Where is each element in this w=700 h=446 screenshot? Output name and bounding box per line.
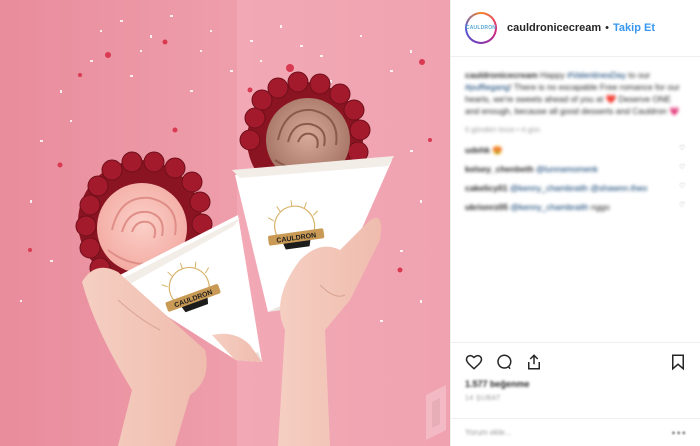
comment-like-icon[interactable]: ♡ — [679, 201, 686, 209]
post-actions: 1.577 beğenme 14 ŞUBAT — [451, 342, 700, 402]
comment-body: udehk 😍 — [465, 144, 503, 156]
comment-username[interactable]: ukrionrz05 — [465, 202, 508, 212]
caption-text-2: to our — [628, 70, 651, 80]
comment-like-icon[interactable]: ♡ — [679, 182, 686, 190]
more-options-icon[interactable]: ••• — [671, 426, 687, 440]
comment-body: cakelicy01 @kenny_chambraith @shawnn.the… — [465, 182, 665, 194]
avatar-logo: CAULDRON — [465, 25, 497, 31]
comment-username[interactable]: udehk — [465, 145, 490, 155]
caption-hashtag-1[interactable]: #ValentinesDay — [567, 70, 626, 80]
instagram-post: CAULDRON CAULDRON CAULDRON cauldronicecr… — [0, 0, 700, 446]
comment-mention[interactable]: @kenny_chambraith — [510, 202, 588, 212]
add-comment-input[interactable]: Yorum ekle... — [465, 428, 511, 437]
comment-item: udehk 😍 ♡ — [465, 144, 686, 156]
share-icon[interactable] — [525, 353, 543, 371]
follow-button[interactable]: Takip Et — [613, 22, 655, 34]
comment-like-icon[interactable]: ♡ — [679, 144, 686, 152]
comment-username[interactable]: cakelicy01 — [465, 183, 508, 193]
post-caption: cauldronicecream Happy #ValentinesDay to… — [465, 69, 686, 117]
post-sidebar: CAULDRON cauldronicecream • Takip Et cau… — [450, 0, 700, 446]
post-image: CAULDRON CAULDRON — [0, 0, 450, 446]
avatar-inner: CAULDRON — [465, 14, 497, 42]
caption-hashtag-2[interactable]: #puffiegang — [465, 82, 509, 92]
comments-section: cauldronicecream Happy #ValentinesDay to… — [451, 57, 700, 213]
caption-text: Happy — [540, 70, 565, 80]
caption-username[interactable]: cauldronicecream — [465, 70, 538, 80]
post-header: CAULDRON cauldronicecream • Takip Et — [451, 0, 700, 57]
add-comment-bar: Yorum ekle... ••• — [451, 418, 700, 446]
comment-username[interactable]: kelsey_chenbeth — [465, 164, 534, 174]
comment-item: ukrionrz05 @kenny_chambraith nggo ♡ — [465, 201, 686, 213]
avatar[interactable]: CAULDRON — [465, 12, 497, 44]
comment-body: ukrionrz05 @kenny_chambraith nggo — [465, 201, 610, 213]
heart-icon[interactable] — [465, 353, 483, 371]
bookmark-icon[interactable] — [669, 353, 687, 371]
comment-text: 😍 — [492, 145, 503, 155]
comment-body: kelsey_chenbeth @lunnamomenk — [465, 163, 598, 175]
separator-dot: • — [605, 22, 610, 34]
caption-time: 5 gönderi önce • 4 gün — [465, 125, 541, 134]
post-date: 14 ŞUBAT — [465, 395, 501, 402]
comment-mention[interactable]: @lunnamomenk — [536, 164, 598, 174]
comment-mention[interactable]: @kenny_chambraith @shawnn.theo — [510, 183, 647, 193]
comment-item: kelsey_chenbeth @lunnamomenk ♡ — [465, 163, 686, 175]
comment-item: cakelicy01 @kenny_chambraith @shawnn.the… — [465, 182, 686, 194]
action-icons — [465, 349, 687, 375]
comment-icon[interactable] — [495, 353, 513, 371]
comment-text: nggo — [590, 202, 610, 212]
likes-count[interactable]: 1.577 beğenme — [465, 379, 687, 389]
comment-like-icon[interactable]: ♡ — [679, 163, 686, 171]
username-link[interactable]: cauldronicecream — [507, 22, 601, 34]
post-photo[interactable]: CAULDRON CAULDRON — [0, 0, 450, 446]
